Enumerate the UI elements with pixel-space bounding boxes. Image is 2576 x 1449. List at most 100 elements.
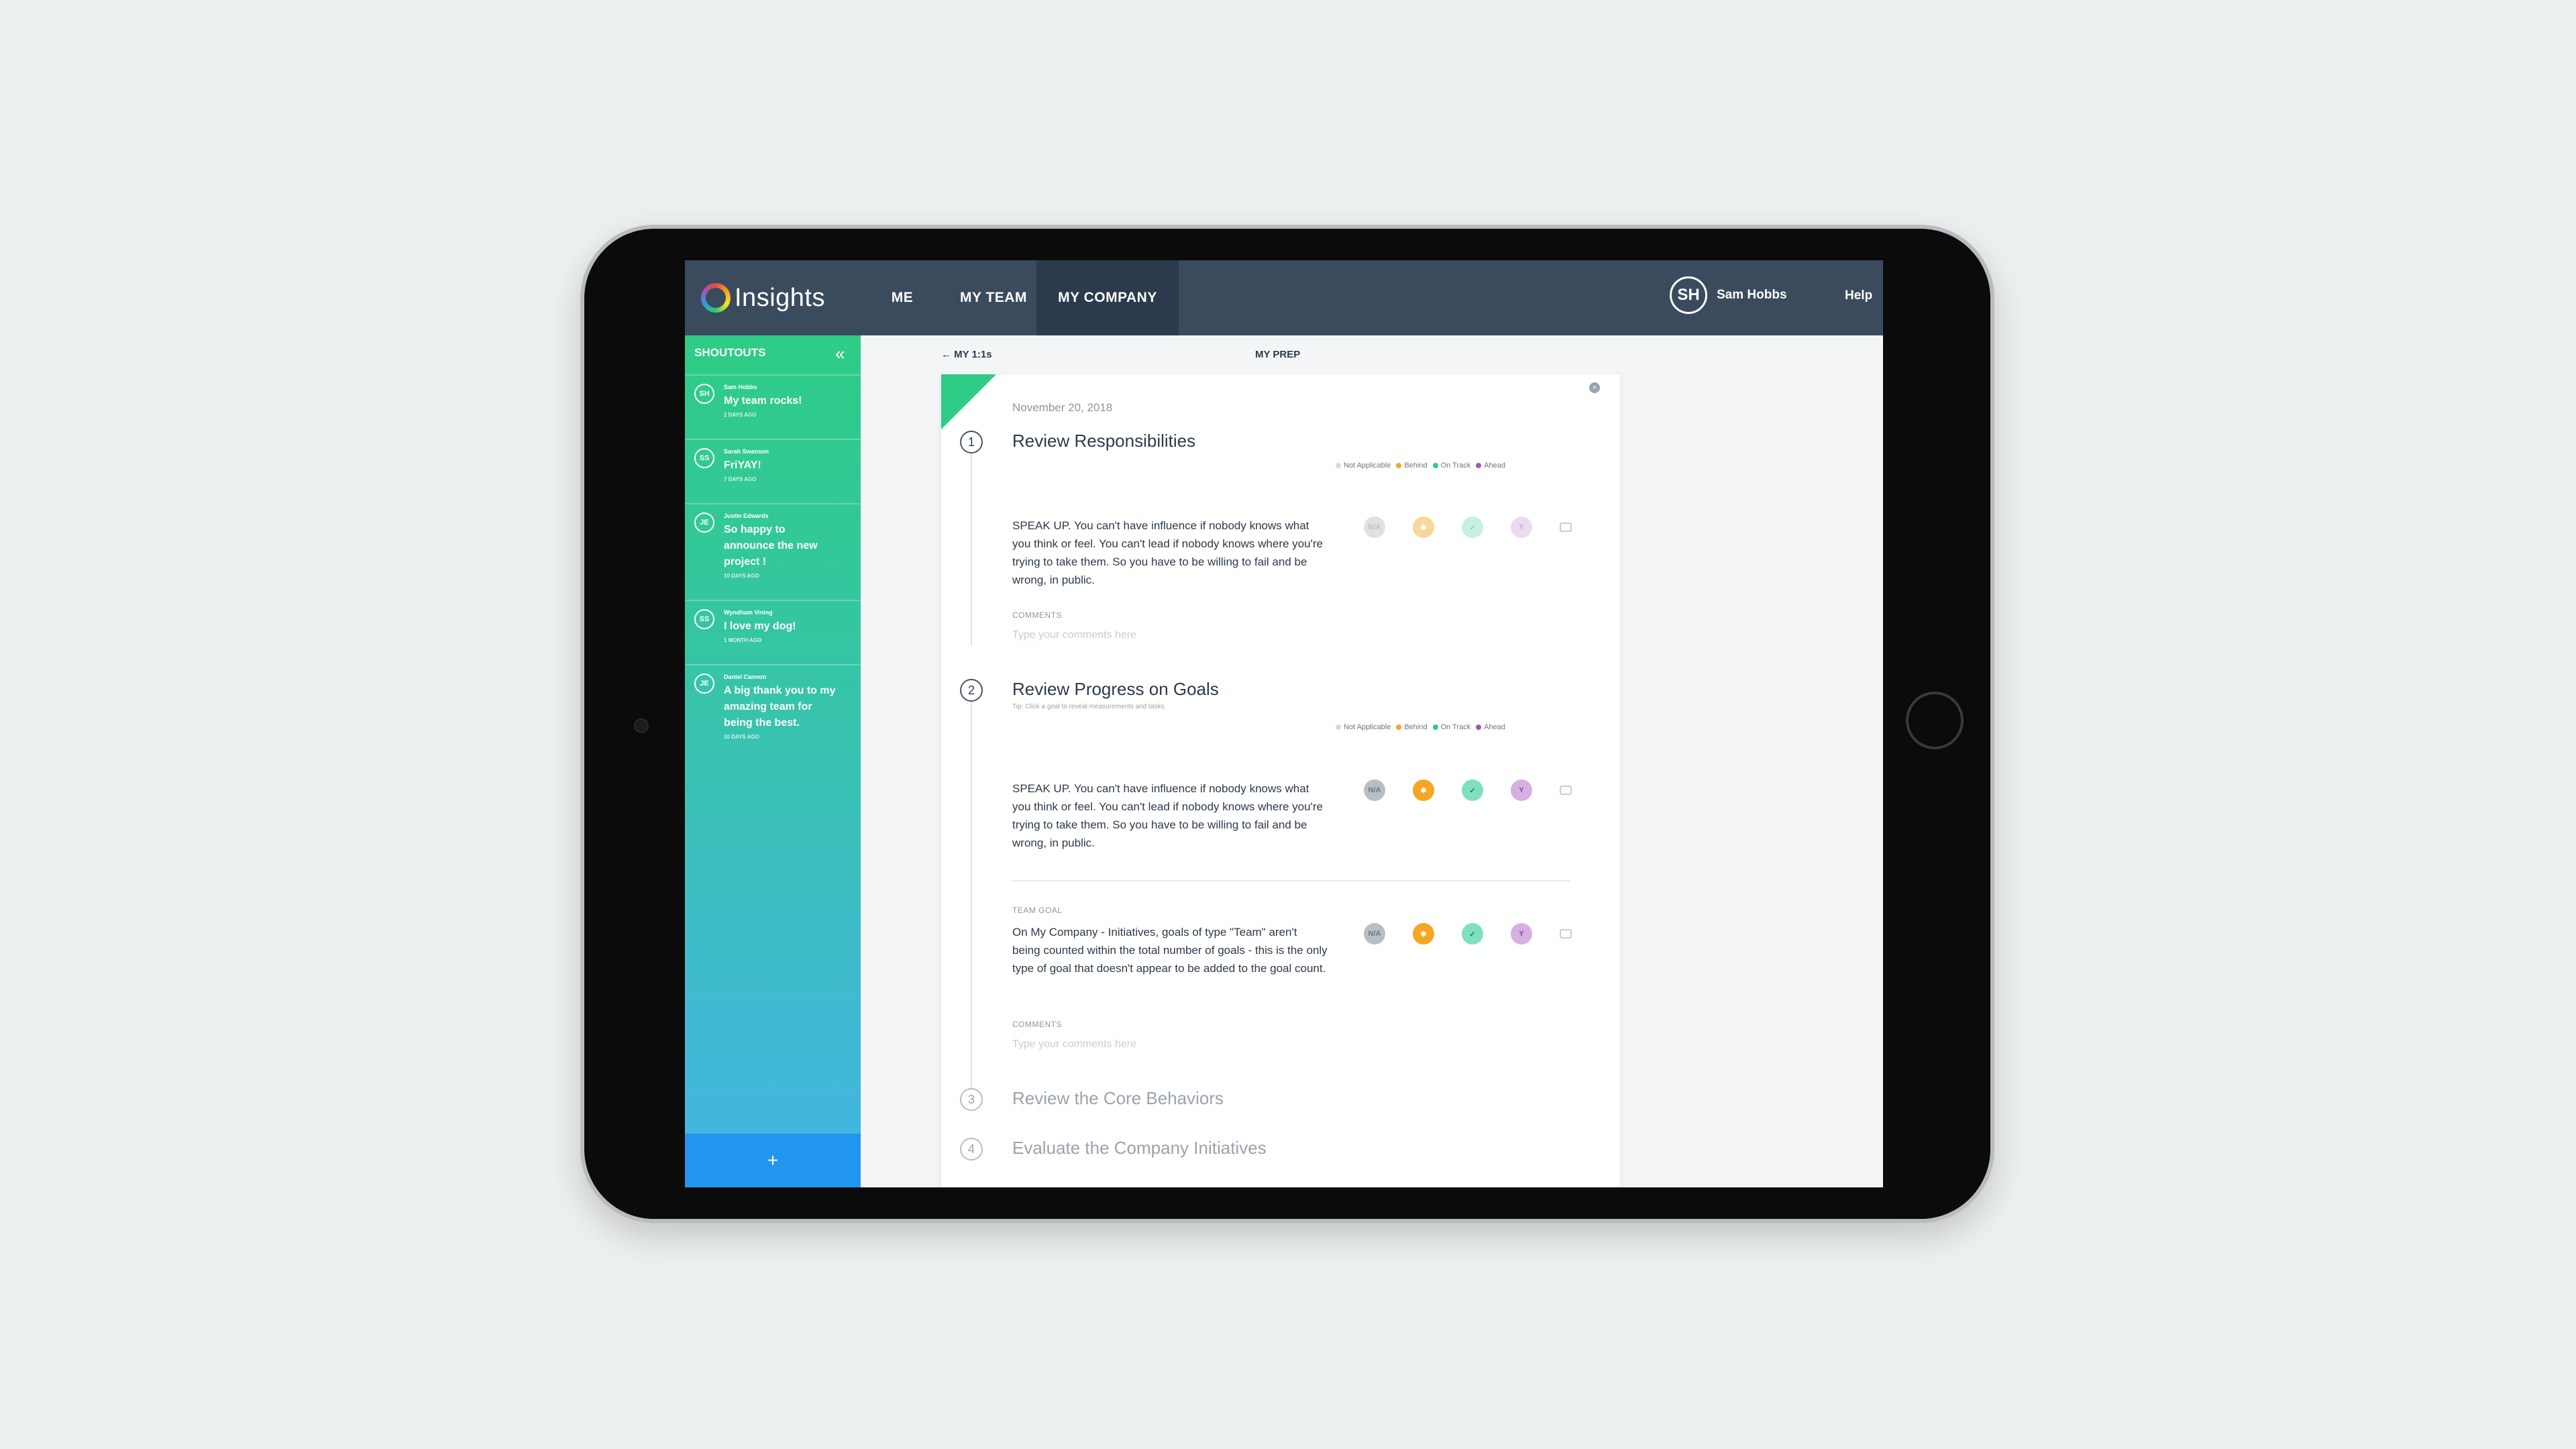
timeline-line [971, 694, 972, 1093]
camera-icon [634, 718, 649, 733]
legend-label: Behind [1404, 462, 1428, 470]
help-link[interactable]: Help [1845, 288, 1872, 303]
shoutout-author: Daniel Cannon [724, 674, 767, 680]
shoutout-time: 10 DAYS AGO [724, 573, 759, 579]
legend-label: Ahead [1484, 462, 1506, 470]
legend-dot-ahead [1476, 463, 1482, 468]
avatar: SS [694, 448, 714, 468]
legend-dot-na [1336, 463, 1341, 468]
shoutout-message: A big thank you to my amazing team for b… [724, 685, 836, 729]
legend-label: Not Applicable [1344, 723, 1391, 731]
shoutout-time: 7 DAYS AGO [724, 476, 757, 482]
shoutout-author: Sam Hobbs [724, 384, 757, 390]
section-title[interactable]: Review the Core Behaviors [1012, 1088, 1224, 1109]
shoutout-message: So happy to announce the new project ! [724, 524, 818, 568]
comments-label: COMMENTS [1012, 610, 1062, 620]
rating-na-button[interactable]: N/A [1364, 517, 1385, 538]
section-title[interactable]: Review Responsibilities [1012, 431, 1195, 451]
shoutout-message: FriYAY! [724, 460, 761, 471]
divider [1012, 880, 1570, 881]
rating-on-track-button[interactable]: ✓ [1462, 780, 1483, 801]
rating-behind-button[interactable]: ✱ [1413, 780, 1434, 801]
user-menu[interactable]: SH Sam Hobbs [1670, 276, 1787, 314]
rating-on-track-button[interactable]: ✓ [1462, 517, 1483, 538]
avatar: SS [694, 609, 714, 629]
rating-selector: N/A ✱ ✓ Y [1364, 517, 1572, 538]
shoutout-author: Wyndham Vining [724, 609, 773, 616]
section-title[interactable]: Review Progress on Goals [1012, 679, 1219, 700]
shoutout-message: I love my dog! [724, 621, 796, 632]
rating-on-track-button[interactable]: ✓ [1462, 923, 1483, 945]
prep-card: × November 20, 2018 1 Review Responsibil… [941, 374, 1620, 1187]
avatar: SH [1670, 276, 1707, 314]
avatar: SH [694, 384, 714, 404]
section-number: 4 [960, 1138, 983, 1161]
rating-selector: N/A ✱ ✓ Y [1364, 780, 1572, 801]
rating-selector: N/A ✱ ✓ Y [1364, 923, 1572, 945]
shoutout-message: My team rocks! [724, 395, 802, 407]
shoutout-time: 2 DAYS AGO [724, 412, 757, 418]
app-name: Insights [735, 283, 825, 312]
double-chevron-left-icon[interactable]: « [835, 343, 845, 364]
section-tip: Tip: Click a goal to reveal measurements… [1012, 703, 1167, 710]
rating-ahead-button[interactable]: Y [1511, 517, 1532, 538]
goal-text[interactable]: On My Company - Initiatives, goals of ty… [1012, 923, 1328, 977]
corner-accent [941, 374, 996, 429]
comment-icon[interactable] [1560, 523, 1572, 532]
section-number: 3 [960, 1088, 983, 1111]
legend-label: Ahead [1484, 723, 1506, 731]
rating-behind-button[interactable]: ✱ [1413, 923, 1434, 945]
legend-label: Not Applicable [1344, 462, 1391, 470]
section-number: 1 [960, 431, 983, 453]
rating-na-button[interactable]: N/A [1364, 780, 1385, 801]
add-shoutout-button[interactable]: + [685, 1134, 861, 1187]
tab-my-company[interactable]: MY COMPANY [1036, 260, 1179, 335]
comments-input[interactable]: Type your comments here [1012, 1038, 1136, 1051]
goal-type-label: TEAM GOAL [1012, 906, 1063, 915]
user-name: Sam Hobbs [1717, 288, 1787, 302]
shoutout-item[interactable]: JE Daniel Cannon A big thank you to my a… [685, 664, 861, 753]
shoutout-item[interactable]: SH Sam Hobbs My team rocks! 2 DAYS AGO [685, 374, 861, 440]
shoutout-time: 1 MONTH AGO [724, 637, 762, 643]
rating-ahead-button[interactable]: Y [1511, 923, 1532, 945]
page-title: MY PREP [1255, 349, 1301, 360]
avatar: JE [694, 674, 714, 694]
prep-date: November 20, 2018 [1012, 401, 1113, 414]
shoutout-item[interactable]: JE Justin Edwards So happy to announce t… [685, 503, 861, 601]
shoutout-time: 10 DAYS AGO [724, 734, 759, 740]
close-icon[interactable]: × [1589, 382, 1600, 393]
tab-me[interactable]: ME [861, 260, 944, 335]
shoutouts-sidebar: SHOUTOUTS « SH Sam Hobbs My team rocks! … [685, 335, 861, 1187]
responsibility-text[interactable]: SPEAK UP. You can't have influence if no… [1012, 517, 1328, 589]
legend-dot-on-track [1432, 463, 1438, 468]
tab-my-team[interactable]: MY TEAM [944, 260, 1043, 335]
legend-dot-on-track [1432, 724, 1438, 730]
legend-dot-behind [1396, 463, 1402, 468]
section-number: 2 [960, 679, 983, 702]
avatar: JE [694, 513, 714, 533]
app-logo[interactable]: Insights [701, 279, 825, 317]
comments-label: COMMENTS [1012, 1020, 1062, 1029]
shoutout-item[interactable]: SS Sarah Swanson FriYAY! 7 DAYS AGO [685, 439, 861, 504]
legend-label: On Track [1440, 723, 1471, 731]
comments-input[interactable]: Type your comments here [1012, 629, 1136, 641]
goal-text[interactable]: SPEAK UP. You can't have influence if no… [1012, 780, 1328, 852]
rating-ahead-button[interactable]: Y [1511, 780, 1532, 801]
top-nav: Insights ME MY TEAM MY COMPANY SH Sam Ho… [685, 260, 1883, 335]
sidebar-title: SHOUTOUTS [694, 346, 766, 359]
section-title[interactable]: Evaluate the Company Initiatives [1012, 1138, 1267, 1159]
rating-behind-button[interactable]: ✱ [1413, 517, 1434, 538]
legend-dot-behind [1396, 724, 1402, 730]
rating-legend: Not Applicable Behind On Track Ahead [1330, 462, 1505, 470]
timeline-line [971, 444, 972, 645]
rating-na-button[interactable]: N/A [1364, 923, 1385, 945]
breadcrumb[interactable]: ← MY 1:1s [941, 349, 992, 360]
comment-icon[interactable] [1560, 929, 1572, 938]
logo-ring-icon [701, 283, 731, 313]
comment-icon[interactable] [1560, 786, 1572, 795]
shoutout-author: Justin Edwards [724, 513, 769, 519]
app-screen: Insights ME MY TEAM MY COMPANY SH Sam Ho… [685, 260, 1883, 1187]
shoutout-item[interactable]: SS Wyndham Vining I love my dog! 1 MONTH… [685, 600, 861, 665]
home-button [1906, 692, 1964, 749]
shoutout-author: Sarah Swanson [724, 448, 769, 455]
